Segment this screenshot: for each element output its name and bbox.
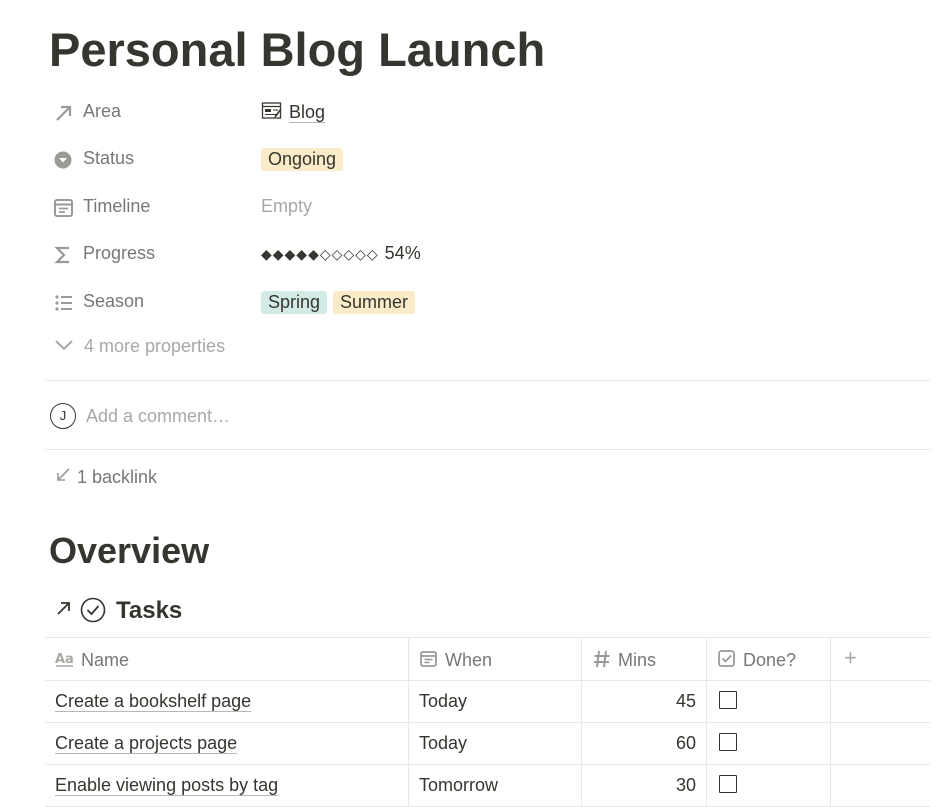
- done-checkbox[interactable]: [719, 775, 737, 793]
- backlink-toggle[interactable]: 1 backlink: [55, 467, 157, 488]
- property-value[interactable]: Ongoing: [261, 148, 349, 171]
- tasks-title[interactable]: Tasks: [116, 597, 182, 625]
- column-header-name[interactable]: Aa Name: [45, 638, 409, 680]
- progress-diamonds: ◆◆◆◆◆◇◇◇◇◇: [261, 246, 379, 262]
- text-aa-icon: Aa: [55, 649, 75, 669]
- column-header-when[interactable]: When: [409, 638, 582, 680]
- linked-arrow-icon: [55, 599, 73, 617]
- property-label: Season: [83, 291, 145, 311]
- table-row[interactable]: Create a bookshelf page Today 45: [45, 681, 930, 723]
- property-progress[interactable]: Progress ◆◆◆◆◆◇◇◇◇◇ 54%: [49, 236, 929, 272]
- task-mins: 30: [675, 775, 696, 795]
- when-cell[interactable]: Today: [409, 723, 582, 764]
- task-name[interactable]: Create a projects page: [55, 733, 237, 754]
- checkbox-icon: [717, 649, 737, 669]
- property-label: Area: [83, 101, 122, 121]
- tasks-table: Aa Name When Mins Done? + Create a books…: [45, 637, 930, 807]
- calendar-icon: [419, 649, 439, 669]
- hash-icon: [592, 649, 612, 669]
- done-checkbox[interactable]: [719, 691, 737, 709]
- task-mins: 60: [675, 733, 696, 753]
- add-column-button[interactable]: +: [831, 638, 930, 680]
- avatar: J: [50, 403, 76, 429]
- chevron-down-icon: [54, 336, 76, 357]
- table-header-row: Aa Name When Mins Done? +: [45, 637, 930, 681]
- when-cell[interactable]: Tomorrow: [409, 765, 582, 806]
- column-label: Name: [81, 650, 130, 670]
- table-row[interactable]: Create a projects page Today 60: [45, 723, 930, 765]
- property-label: Status: [83, 148, 135, 168]
- name-cell[interactable]: Create a projects page: [45, 723, 409, 764]
- column-label: When: [445, 650, 493, 670]
- empty-value: Empty: [261, 196, 313, 216]
- plus-icon: +: [844, 645, 857, 670]
- task-name[interactable]: Create a bookshelf page: [55, 691, 251, 712]
- season-tag-summer[interactable]: Summer: [333, 291, 416, 314]
- column-header-mins[interactable]: Mins: [582, 638, 707, 680]
- done-checkbox[interactable]: [719, 733, 737, 751]
- divider: [45, 380, 930, 381]
- empty-cell: [831, 723, 930, 764]
- task-mins: 45: [675, 691, 696, 711]
- done-cell: [707, 681, 831, 722]
- more-properties-label: 4 more properties: [84, 336, 226, 356]
- name-cell[interactable]: Create a bookshelf page: [45, 681, 409, 722]
- page-title[interactable]: Personal Blog Launch: [49, 18, 545, 82]
- season-tag-spring[interactable]: Spring: [261, 291, 328, 314]
- task-when: Tomorrow: [419, 775, 499, 795]
- mins-cell[interactable]: 45: [582, 681, 707, 722]
- arrow-down-left-icon: [55, 467, 73, 488]
- property-label: Timeline: [83, 196, 151, 216]
- blog-page-icon: [261, 101, 283, 126]
- name-cell[interactable]: Enable viewing posts by tag: [45, 765, 409, 806]
- done-cell: [707, 765, 831, 806]
- task-when: Today: [419, 691, 468, 711]
- overview-heading: Overview: [49, 530, 210, 571]
- more-properties-toggle[interactable]: 4 more properties: [54, 336, 225, 357]
- property-season[interactable]: Season Spring Summer: [49, 284, 929, 320]
- svg-text:Aa: Aa: [55, 652, 74, 667]
- property-label: Progress: [83, 243, 156, 263]
- property-timeline[interactable]: Timeline Empty: [49, 189, 929, 225]
- property-value[interactable]: Empty: [261, 196, 312, 217]
- when-cell[interactable]: Today: [409, 681, 582, 722]
- done-cell: [707, 723, 831, 764]
- property-value: ◆◆◆◆◆◇◇◇◇◇ 54%: [261, 243, 421, 264]
- backlink-label: 1 backlink: [77, 467, 158, 487]
- status-badge[interactable]: Ongoing: [261, 148, 344, 171]
- column-label: Done?: [743, 650, 797, 670]
- mins-cell[interactable]: 30: [582, 765, 707, 806]
- sigma-icon: [53, 244, 75, 266]
- check-circle-icon: [80, 597, 106, 623]
- property-area[interactable]: Area Blog: [49, 94, 929, 130]
- column-label: Mins: [618, 650, 657, 670]
- task-when: Today: [419, 733, 468, 753]
- property-status[interactable]: Status Ongoing: [49, 141, 929, 177]
- comment-placeholder[interactable]: Add a comment…: [86, 406, 230, 427]
- divider: [45, 449, 930, 450]
- area-link[interactable]: Blog: [289, 102, 325, 122]
- property-value[interactable]: Spring Summer: [261, 291, 421, 314]
- progress-percent: 54%: [384, 243, 421, 263]
- property-value[interactable]: Blog: [261, 101, 325, 126]
- calendar-icon: [53, 197, 75, 219]
- empty-cell: [831, 681, 930, 722]
- arrow-up-right-icon: [53, 102, 75, 124]
- mins-cell[interactable]: 60: [582, 723, 707, 764]
- list-icon: [53, 292, 75, 314]
- status-circle-icon: [53, 149, 75, 171]
- empty-cell: [831, 765, 930, 806]
- task-name[interactable]: Enable viewing posts by tag: [55, 775, 278, 796]
- column-header-done[interactable]: Done?: [707, 638, 831, 680]
- table-row[interactable]: Enable viewing posts by tag Tomorrow 30: [45, 765, 930, 807]
